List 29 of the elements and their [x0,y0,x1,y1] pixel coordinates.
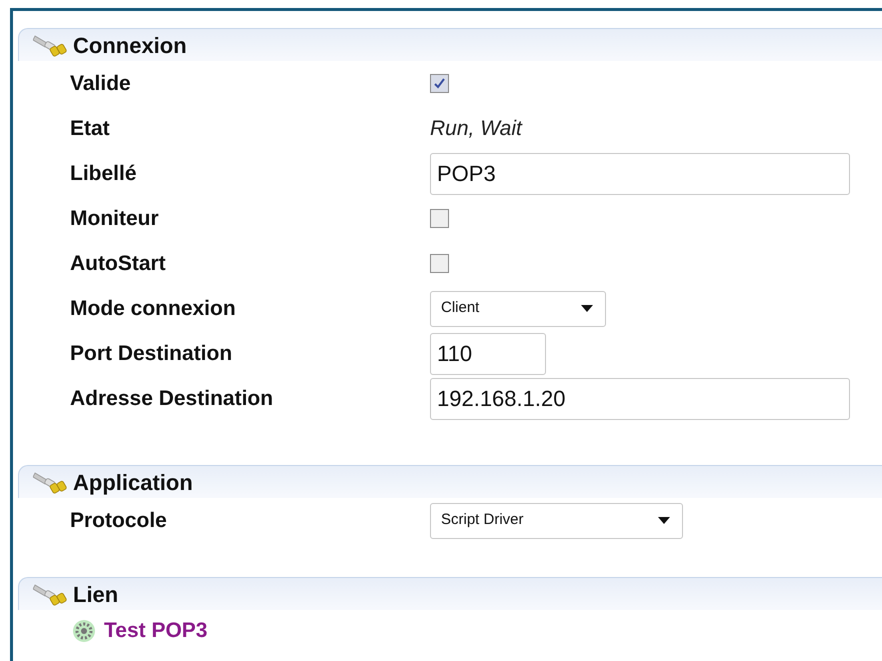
field-label: Adresse Destination [69,386,274,412]
field-label: Valide [69,70,132,97]
field-label: Libellé [69,160,138,187]
link[interactable]: Test POP3 [104,615,208,647]
dropdown[interactable]: Script Driver [430,502,683,538]
field-label: Moniteur [69,206,160,232]
text-field[interactable]: 192.168.1.20 [430,378,850,420]
check-icon [433,77,446,90]
caret-icon [658,517,670,524]
gear-icon [70,617,98,645]
checkbox[interactable] [430,74,449,93]
field-label: Protocole [69,508,168,534]
section-title: Connexion [73,32,187,60]
caret-icon [581,305,593,312]
plug-icon [33,33,67,57]
field-label: Port Destination [69,340,234,367]
checkbox[interactable] [430,209,449,228]
dropdown[interactable]: Client [430,290,606,326]
field-label: Mode connexion [69,296,237,322]
section-title: Lien [73,580,118,608]
text-field[interactable]: POP3 [430,152,850,194]
field-label: AutoStart [69,250,167,277]
checkbox[interactable] [430,254,449,273]
section-title: Application [73,468,193,497]
plug-icon [33,470,67,494]
status-text: Run, Wait [430,116,522,142]
text-field[interactable]: 110 [430,332,546,374]
field-label: Etat [69,116,111,142]
plug-icon [33,582,67,606]
